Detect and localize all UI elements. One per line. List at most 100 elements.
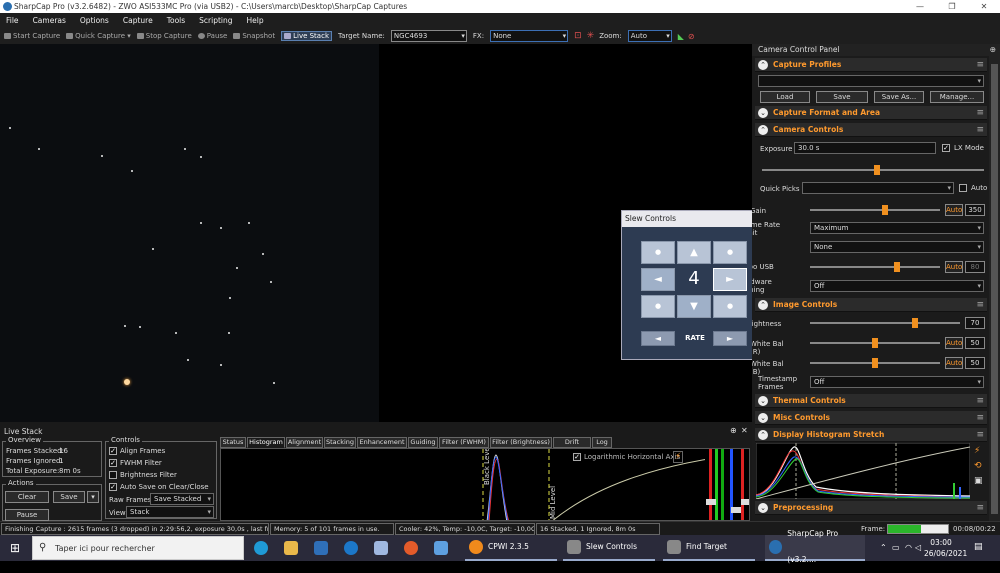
taskbar-app-sharpcap[interactable]: SharpCap Pro (v3.2....: [765, 529, 865, 564]
menu-icon[interactable]: ≡: [976, 428, 984, 442]
tab-stacking[interactable]: Stacking: [324, 437, 356, 448]
save-profile-button[interactable]: Save: [816, 91, 868, 103]
fx-select[interactable]: None: [490, 30, 569, 42]
log-axis-checkbox[interactable]: ✓: [573, 453, 581, 461]
menu-icon[interactable]: ≡: [976, 501, 984, 515]
load-profile-button[interactable]: Load: [760, 91, 810, 103]
reset-icon[interactable]: ⟲: [974, 461, 982, 471]
crosshair-icon[interactable]: ✳: [587, 31, 595, 41]
tab-filter-brightness[interactable]: Filter (Brightness): [490, 437, 552, 448]
tab-status[interactable]: Status: [220, 437, 246, 448]
exposure-slider[interactable]: [762, 165, 984, 175]
firefox-taskbar-icon[interactable]: [404, 535, 423, 561]
rate-increase-button[interactable]: ►: [713, 331, 747, 346]
menu-scripting[interactable]: Scripting: [197, 16, 234, 25]
raw-frames-select[interactable]: Save Stacked: [150, 493, 214, 505]
brightness-value[interactable]: 70: [965, 317, 985, 329]
brightness-slider-knob[interactable]: [912, 318, 918, 328]
menu-help[interactable]: Help: [245, 16, 266, 25]
histogram-icon[interactable]: ◣: [678, 32, 684, 41]
menu-tools[interactable]: Tools: [165, 16, 187, 25]
slew-se-button[interactable]: ●: [713, 295, 747, 318]
menu-icon[interactable]: ≡: [976, 394, 984, 408]
display-histogram[interactable]: [756, 443, 970, 499]
view-select[interactable]: Stack: [126, 506, 214, 518]
search-box[interactable]: ⚲ Taper ici pour rechercher: [32, 536, 244, 560]
stop-capture-button[interactable]: Stop Capture: [136, 32, 192, 40]
slew-south-button[interactable]: ▼: [677, 295, 711, 318]
reticle-icon[interactable]: ⊡: [574, 31, 582, 41]
white-bal-r-slider-knob[interactable]: [872, 338, 878, 348]
save-options-button[interactable]: ▾: [87, 491, 99, 503]
slew-north-button[interactable]: ▲: [677, 241, 711, 264]
white-bal-r-slider[interactable]: [810, 338, 940, 348]
zoom-icon[interactable]: ⊘: [688, 32, 695, 41]
auto-stretch-icon[interactable]: ⚡: [974, 446, 980, 456]
minimize-icon[interactable]: —: [904, 0, 936, 13]
white-bal-b-value[interactable]: 50: [965, 357, 985, 369]
menu-icon[interactable]: ≡: [976, 298, 984, 312]
histogram-stretch-header[interactable]: ⌃ Display Histogram Stretch ≡: [755, 428, 987, 442]
brightness-filter-checkbox[interactable]: [109, 471, 117, 479]
menu-file[interactable]: File: [4, 16, 21, 25]
frame-rate-select[interactable]: Maximum: [810, 222, 984, 234]
live-stack-button[interactable]: Live Stack: [281, 31, 332, 41]
gain-value[interactable]: 350: [965, 204, 985, 216]
stack-histogram[interactable]: ✓ Logarithmic Horizontal Axis ⚡ Black Le…: [220, 448, 750, 521]
clock-time[interactable]: 03:00: [928, 538, 954, 547]
white-bal-b-auto-button[interactable]: Auto: [945, 357, 963, 369]
tray-chevron-icon[interactable]: ⌃: [880, 543, 887, 552]
start-capture-button[interactable]: Start Capture: [4, 32, 60, 40]
pause-stack-button[interactable]: Pause: [5, 509, 49, 521]
tab-guiding[interactable]: Guiding: [408, 437, 438, 448]
brightness-slider[interactable]: [810, 318, 960, 328]
align-frames-checkbox[interactable]: ✓: [109, 447, 117, 455]
pin-icon[interactable]: ⊕: [990, 44, 996, 56]
pin-icon[interactable]: ⊕: [730, 426, 737, 435]
slew-east-button[interactable]: ►: [713, 268, 747, 291]
network-icon[interactable]: ▭: [892, 543, 900, 552]
target-name-input[interactable]: NGC4693: [390, 30, 467, 42]
manage-profiles-button[interactable]: Manage...: [930, 91, 984, 103]
image-controls-header[interactable]: ⌃ Image Controls ≡: [755, 298, 987, 312]
mode-select[interactable]: None: [810, 241, 984, 253]
gain-slider[interactable]: [810, 205, 940, 215]
menu-options[interactable]: Options: [78, 16, 111, 25]
save-as-profile-button[interactable]: Save As...: [874, 91, 924, 103]
notification-icon[interactable]: ▤: [974, 542, 983, 552]
taskbar-app-find-target[interactable]: Find Target: [663, 535, 755, 561]
zoom-select[interactable]: Auto: [627, 30, 672, 42]
tab-drift-graph[interactable]: Drift Graph: [553, 437, 591, 455]
explorer-taskbar-icon[interactable]: [284, 535, 303, 561]
auto-save-checkbox[interactable]: ✓: [109, 483, 117, 491]
clear-button[interactable]: Clear: [5, 491, 49, 503]
fwhm-filter-checkbox[interactable]: ✓: [109, 459, 117, 467]
preprocessing-header[interactable]: ⌄ Preprocessing ≡: [755, 501, 987, 515]
edge-taskbar-icon[interactable]: [254, 535, 273, 561]
tab-filter-fwhm[interactable]: Filter (FWHM): [439, 437, 489, 448]
gain-auto-button[interactable]: Auto: [945, 204, 963, 216]
hardware-binning-select[interactable]: Off: [810, 280, 984, 292]
quick-capture-button[interactable]: Quick Capture ▾: [66, 32, 131, 40]
white-bal-b-slider[interactable]: [810, 358, 940, 368]
taskbar-app-slew[interactable]: Slew Controls: [563, 535, 655, 561]
white-bal-r-value[interactable]: 50: [965, 337, 985, 349]
windows-start-icon[interactable]: ⊞: [10, 541, 20, 555]
turbo-usb-slider-knob[interactable]: [894, 262, 900, 272]
volume-icon[interactable]: ◁: [915, 543, 921, 552]
panel-scrollbar[interactable]: [989, 56, 1000, 521]
wifi-icon[interactable]: ◠: [905, 543, 912, 552]
clock-date[interactable]: 26/06/2021: [924, 549, 967, 558]
paint-taskbar-icon[interactable]: [374, 535, 393, 561]
tab-log[interactable]: Log: [592, 437, 612, 448]
capture-format-header[interactable]: ⌄ Capture Format and Area ≡: [755, 106, 987, 120]
close-icon[interactable]: ✕: [968, 0, 1000, 13]
turbo-usb-value[interactable]: 80: [965, 261, 985, 273]
slew-nw-button[interactable]: ●: [641, 241, 675, 264]
slew-ne-button[interactable]: ●: [713, 241, 747, 264]
profile-select[interactable]: ▾: [758, 75, 984, 87]
menu-capture[interactable]: Capture: [121, 16, 155, 25]
menu-icon[interactable]: ≡: [976, 123, 984, 137]
app-taskbar-icon[interactable]: [314, 535, 333, 561]
close-icon[interactable]: ✕: [741, 426, 748, 435]
